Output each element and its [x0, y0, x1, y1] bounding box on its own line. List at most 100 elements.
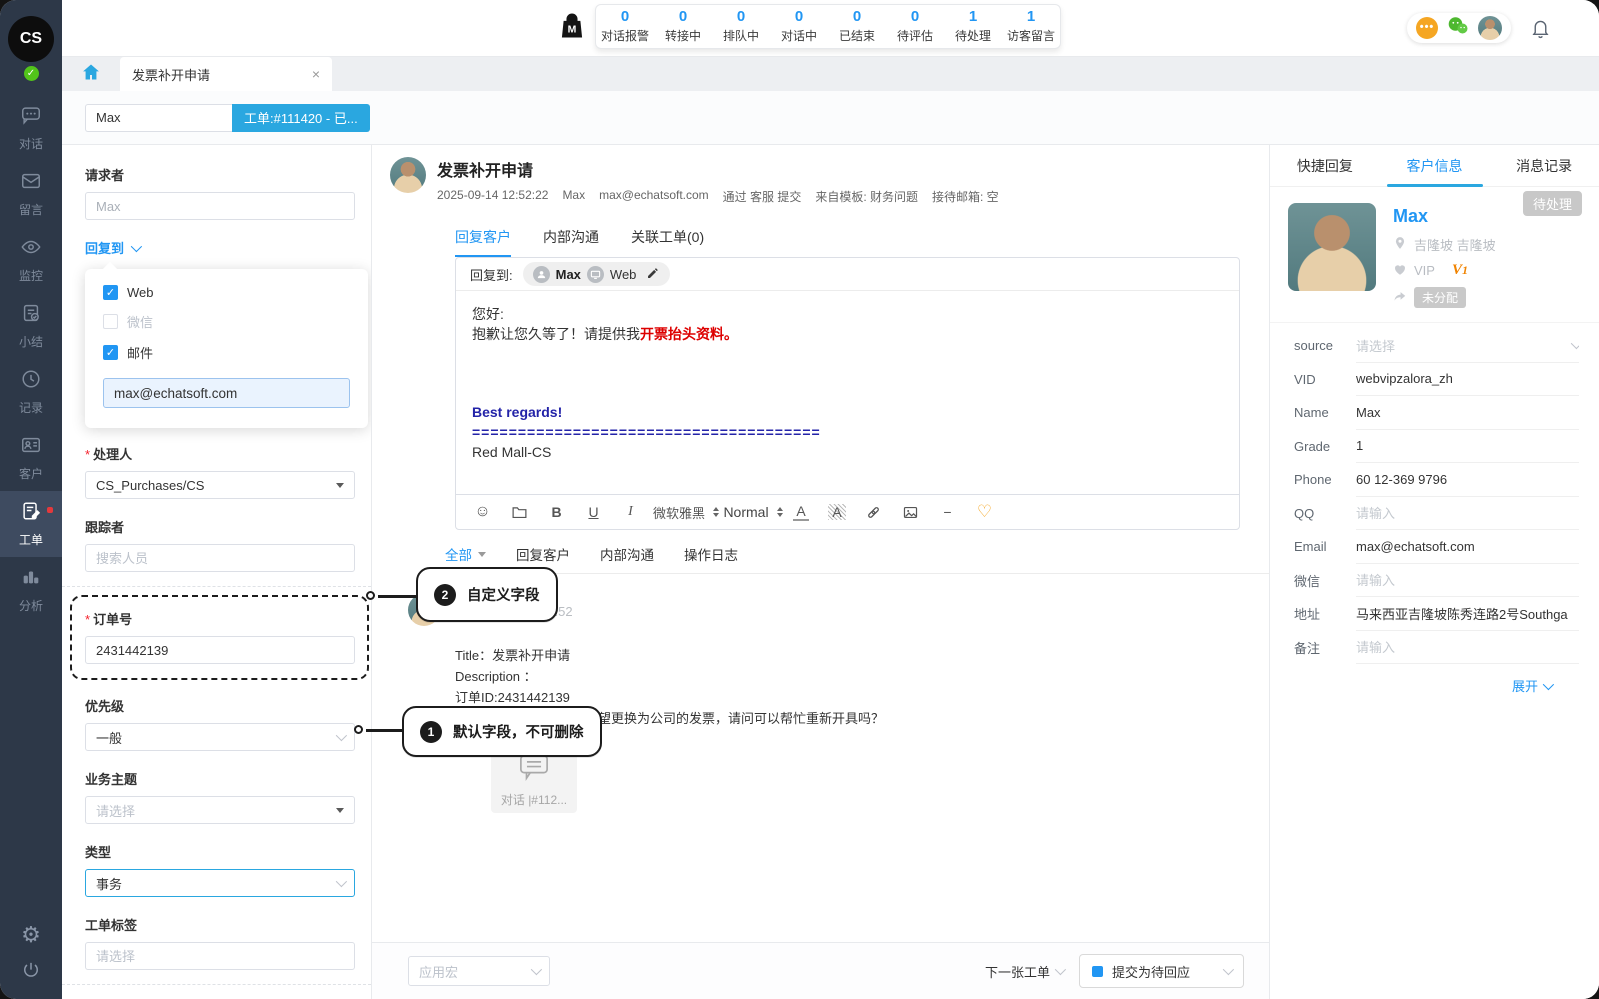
underline-button[interactable]: U	[575, 504, 612, 520]
channel-avatar[interactable]	[1478, 16, 1502, 40]
source-select[interactable]: 请选择	[1356, 329, 1579, 363]
sidebar-item-tickets[interactable]: 工单	[0, 491, 62, 557]
tab-quick-replies[interactable]: 快捷回复	[1270, 145, 1380, 186]
highlight-color-button[interactable]: A	[828, 504, 846, 520]
order-number-input[interactable]	[85, 636, 355, 664]
folder-icon[interactable]	[501, 504, 538, 521]
type-select[interactable]: 事务	[85, 869, 355, 897]
person-icon	[533, 266, 550, 283]
sidebar-item-customers[interactable]: 客户	[0, 425, 62, 491]
stat-visitor-messages[interactable]: 1访客留言	[1002, 5, 1060, 48]
stat-pending-eval[interactable]: 0待评估	[886, 5, 944, 48]
tab-customer-info[interactable]: 客户信息	[1380, 145, 1490, 186]
font-color-button[interactable]: A	[793, 504, 809, 521]
qq-input[interactable]: 请输入	[1356, 497, 1579, 531]
checkbox-email[interactable]: ✓	[103, 345, 118, 360]
home-tab-button[interactable]	[62, 57, 120, 91]
grade-value[interactable]: 1	[1356, 430, 1579, 464]
bold-button[interactable]: B	[538, 504, 575, 520]
stat-pending[interactable]: 1待处理	[944, 5, 1002, 48]
link-icon[interactable]	[855, 504, 892, 521]
italic-button[interactable]: I	[612, 504, 649, 520]
customer-photo	[1288, 203, 1376, 291]
emoji-icon[interactable]: ☺	[464, 503, 501, 521]
stat-transferring[interactable]: 0转接中	[654, 5, 712, 48]
stat-label: 对话中	[781, 27, 817, 44]
chevron-down-icon	[336, 876, 347, 887]
remark-input[interactable]: 请输入	[1356, 631, 1579, 665]
vid-value[interactable]: webvipzalora_zh	[1356, 363, 1579, 397]
priority-select[interactable]: 一般	[85, 723, 355, 751]
topic-select[interactable]: 请选择	[85, 796, 355, 824]
tab-invoice-request[interactable]: 发票补开申请 ×	[120, 57, 332, 91]
tab-linked-tickets[interactable]: 关联工单(0)	[631, 227, 704, 257]
dialog-attachment-card[interactable]: 对话 |#112...	[491, 747, 577, 813]
filter-all[interactable]: 全部	[445, 544, 486, 564]
ticket-email: max@echatsoft.com	[599, 188, 709, 205]
agent-avatar[interactable]: CS	[8, 16, 54, 62]
filter-internal[interactable]: 内部沟通	[600, 544, 654, 564]
requester-name-box[interactable]: Max	[85, 104, 232, 132]
address-value[interactable]: 马来西亚吉隆坡陈秀连路2号Southga	[1356, 597, 1579, 631]
stat-in-dialog[interactable]: 0对话中	[770, 5, 828, 48]
field-row-remark: 备注 请输入	[1294, 631, 1579, 665]
tab-internal-comm[interactable]: 内部沟通	[543, 227, 599, 257]
close-icon[interactable]: ×	[312, 66, 320, 82]
expand-link[interactable]: 展开	[1270, 676, 1551, 695]
sidebar-item-monitor[interactable]: 监控	[0, 227, 62, 293]
editor-body[interactable]: 您好: 抱歉让您久等了！请提供我开票抬头资料。 Best regards! ==…	[456, 291, 1239, 494]
edit-pencil-icon[interactable]	[646, 266, 660, 283]
ticket-tag-input[interactable]	[85, 942, 355, 970]
stat-ended[interactable]: 0已结束	[828, 5, 886, 48]
stat-dialog-alert[interactable]: 0对话报警	[596, 5, 654, 48]
settings-gear-icon[interactable]: ⚙	[21, 924, 41, 946]
phone-value[interactable]: 60 12-369 9796	[1356, 463, 1579, 497]
power-icon[interactable]	[21, 960, 41, 985]
stat-queuing[interactable]: 0排队中	[712, 5, 770, 48]
tab-reply-customer[interactable]: 回复客户	[455, 227, 511, 257]
attachment-label: 对话 |#112...	[501, 791, 567, 808]
sidebar-item-summary[interactable]: 小结	[0, 293, 62, 359]
sidebar-item-analytics[interactable]: 分析	[0, 557, 62, 623]
customer-name[interactable]: Max	[1393, 206, 1496, 227]
chat-channel-icon[interactable]: •••	[1416, 17, 1438, 39]
reply-editor: 回复到: Max Web 您好: 抱歉让您久等了！请提供我开票抬头资料。 Bes…	[455, 257, 1240, 530]
spinner-icon	[777, 507, 783, 517]
filter-operation-log[interactable]: 操作日志	[684, 544, 738, 564]
ticket-form-panel: 请求者 Max 回复到 ✓ Web 微信 ✓ 邮件	[62, 145, 372, 999]
apply-macro-select[interactable]: 应用宏	[408, 956, 550, 986]
reply-to-toggle[interactable]: 回复到	[85, 238, 354, 257]
online-status-icon: ✓	[24, 66, 39, 81]
checkbox-wechat[interactable]	[103, 314, 118, 329]
replyto-channel: Web	[610, 267, 637, 282]
checkbox-web[interactable]: ✓	[103, 285, 118, 300]
horizontal-rule-button[interactable]: −	[929, 504, 966, 520]
tab-message-log[interactable]: 消息记录	[1489, 145, 1599, 186]
ticket-id-badge[interactable]: 工单:#111420 - 已...	[232, 104, 370, 132]
sidebar-item-label: 客户	[19, 465, 43, 482]
email-value[interactable]: max@echatsoft.com	[1356, 530, 1579, 564]
next-ticket-link[interactable]: 下一张工单	[985, 962, 1063, 981]
filter-reply-customer[interactable]: 回复客户	[516, 544, 570, 564]
requester-input[interactable]: Max	[85, 192, 355, 220]
sidebar-item-history[interactable]: 记录	[0, 359, 62, 425]
handler-select[interactable]: CS_Purchases/CS	[85, 471, 355, 499]
sidebar-item-messages[interactable]: 留言	[0, 161, 62, 227]
follower-input[interactable]	[85, 544, 355, 572]
notifications-bell-icon[interactable]	[1530, 17, 1551, 44]
wechat-input[interactable]: 请输入	[1356, 564, 1579, 598]
chevron-down-icon	[1223, 964, 1234, 975]
font-family-select[interactable]: 微软雅黑	[649, 503, 723, 522]
paragraph-style-select[interactable]: Normal	[723, 504, 783, 520]
shop-bag-icon[interactable]: M	[557, 11, 587, 48]
name-value[interactable]: Max	[1356, 396, 1579, 430]
analytics-icon	[20, 566, 42, 593]
favorite-heart-icon[interactable]: ♡	[966, 502, 1003, 522]
wechat-icon[interactable]	[1446, 15, 1470, 42]
reply-email-input[interactable]	[103, 378, 350, 408]
image-icon[interactable]	[892, 504, 929, 521]
submit-pending-reply-button[interactable]: 提交为待回应	[1079, 954, 1244, 988]
stat-value: 0	[737, 9, 745, 25]
sidebar-item-chat[interactable]: 对话	[0, 95, 62, 161]
channel-row-web: ✓ Web	[103, 285, 350, 300]
